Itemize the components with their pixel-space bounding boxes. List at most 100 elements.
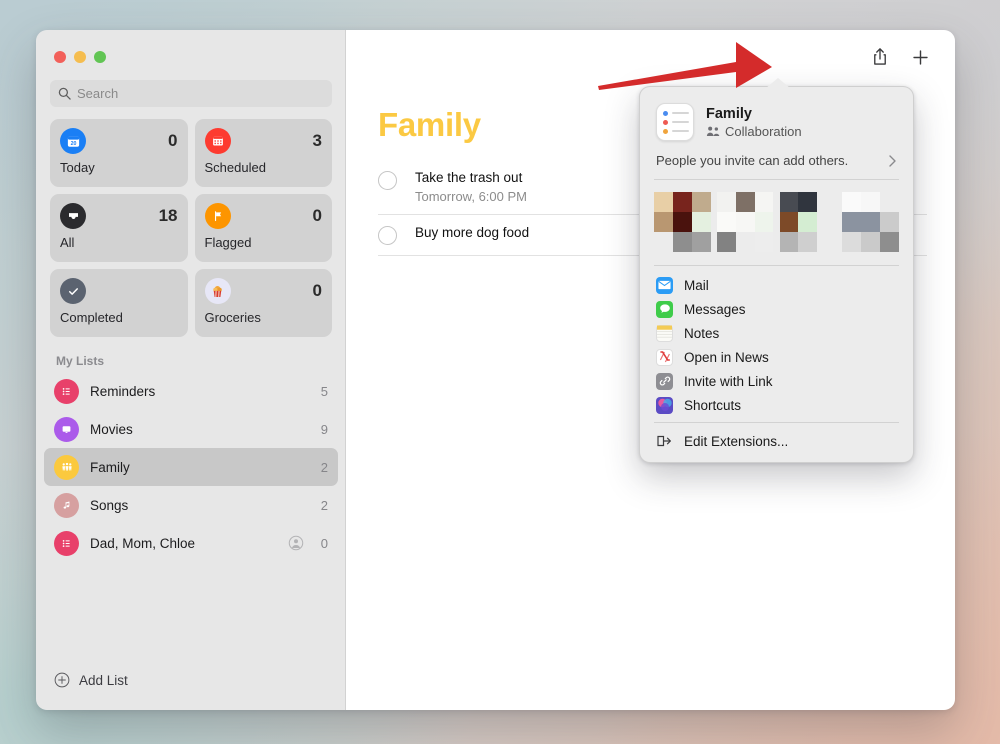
list-bullet-icon <box>54 378 79 404</box>
share-target-messages[interactable]: Messages <box>640 297 913 321</box>
share-target-label: Messages <box>684 301 746 317</box>
sidebar-item-count: 5 <box>320 383 328 399</box>
share-target-mail[interactable]: Mail <box>640 273 913 297</box>
share-button[interactable] <box>867 44 893 70</box>
people-two-icon <box>706 126 720 136</box>
add-list-label: Add List <box>79 672 128 688</box>
minimize-button[interactable] <box>74 51 86 63</box>
share-target-label: Open in News <box>684 349 769 365</box>
mail-icon <box>656 276 673 294</box>
calendar-icon: 20 <box>60 128 86 154</box>
share-target-news[interactable]: Open in News <box>640 345 913 369</box>
svg-text:20: 20 <box>70 140 76 146</box>
reminder-title: Buy more dog food <box>415 225 530 241</box>
smart-list-flagged[interactable]: 0 Flagged <box>194 194 332 262</box>
extensions-menu: Edit Extensions... <box>640 423 913 462</box>
share-target-label: Mail <box>684 277 709 293</box>
flag-icon <box>204 203 231 229</box>
display-icon <box>54 416 79 442</box>
sidebar-item-label: Family <box>90 459 130 475</box>
contact-thumbnail-4[interactable] <box>842 192 899 252</box>
share-popover: Family Collaboration People you invite c… <box>639 78 914 463</box>
smart-list-count: 0 <box>312 206 322 225</box>
share-permission-label: People you invite can add others. <box>656 153 849 168</box>
link-icon <box>656 372 673 390</box>
my-lists-header: My Lists <box>56 354 105 368</box>
sidebar-item-songs[interactable]: Songs 2 <box>44 486 338 524</box>
sidebar-item-dad-mom-chloe[interactable]: Dad, Mom, Chloe 0 <box>44 524 338 562</box>
smart-list-completed[interactable]: Completed <box>50 269 188 337</box>
share-target-label: Notes <box>684 325 720 341</box>
share-target-label: Shortcuts <box>684 397 742 413</box>
share-target-shortcuts[interactable]: Shortcuts <box>640 393 913 417</box>
contact-thumbnail-3[interactable] <box>779 192 837 252</box>
reminder-checkbox[interactable] <box>378 171 397 190</box>
messages-icon <box>656 300 673 318</box>
smart-list-label: Groceries <box>204 310 261 325</box>
music-note-icon <box>54 492 79 518</box>
reminder-due-date: Tomorrow, 6:00 PM <box>415 189 527 205</box>
sidebar-item-count: 2 <box>320 497 328 513</box>
smart-list-count: 3 <box>312 131 322 150</box>
smart-list-label: Completed <box>60 310 123 325</box>
groceries-icon <box>204 278 231 304</box>
popover-subtitle: Collaboration <box>725 123 802 139</box>
checkmark-icon <box>60 278 86 304</box>
popover-list-name: Family <box>706 105 752 122</box>
shortcuts-icon <box>656 396 673 414</box>
smart-lists-grid: 20 0 Today 3 Scheduled 18 All 0 Flagged … <box>36 107 346 337</box>
reminder-title: Take the trash out <box>415 170 523 185</box>
smart-list-count: 18 <box>158 206 178 225</box>
shared-person-icon <box>288 535 304 551</box>
sidebar-item-label: Movies <box>90 421 133 437</box>
sidebar-item-reminders[interactable]: Reminders 5 <box>44 372 338 410</box>
notes-icon <box>656 324 673 342</box>
add-reminder-button[interactable] <box>907 44 933 70</box>
sidebar-item-count: 0 <box>320 535 328 551</box>
reminders-app-icon <box>656 103 694 141</box>
extensions-icon <box>656 433 673 450</box>
close-button[interactable] <box>54 51 66 63</box>
contact-thumbnail-1[interactable] <box>654 192 711 252</box>
reminder-checkbox[interactable] <box>378 226 397 246</box>
sidebar: Search 20 0 Today 3 Scheduled 18 All 0 F… <box>36 30 346 710</box>
sidebar-item-count: 2 <box>320 459 328 475</box>
red-arrow-annotation <box>598 42 772 90</box>
share-targets-menu: Mail Messages Notes Open in News Invite … <box>640 266 913 422</box>
search-container: Search <box>36 74 346 107</box>
smart-list-label: Today <box>60 160 95 175</box>
smart-list-count: 0 <box>312 281 322 300</box>
suggested-contacts <box>640 180 913 265</box>
sidebar-item-movies[interactable]: Movies 9 <box>44 410 338 448</box>
plus-icon <box>912 49 928 65</box>
popover-header: Family Collaboration <box>640 87 913 141</box>
sidebar-item-label: Reminders <box>90 383 156 399</box>
sidebar-item-label: Dad, Mom, Chloe <box>90 535 196 551</box>
add-list-button[interactable]: Add List <box>36 672 346 710</box>
sidebar-item-family[interactable]: Family 2 <box>44 448 338 486</box>
plus-circle-icon <box>54 672 70 688</box>
news-icon <box>656 348 673 366</box>
window-controls <box>36 30 346 74</box>
share-target-notes[interactable]: Notes <box>640 321 913 345</box>
people-icon <box>54 454 79 480</box>
sidebar-item-count: 9 <box>320 421 328 437</box>
search-input[interactable]: Search <box>50 80 332 107</box>
smart-list-label: All <box>60 235 75 250</box>
smart-list-today[interactable]: 20 0 Today <box>50 119 188 187</box>
share-target-label: Invite with Link <box>684 373 773 389</box>
search-placeholder: Search <box>77 86 119 101</box>
smart-list-all[interactable]: 18 All <box>50 194 188 262</box>
list-bullet-icon <box>54 530 79 556</box>
chevron-right-icon <box>889 154 896 167</box>
contact-thumbnail-2[interactable] <box>716 192 774 252</box>
edit-extensions-button[interactable]: Edit Extensions... <box>640 429 913 453</box>
smart-list-count: 0 <box>168 131 178 150</box>
calendar-days-icon <box>204 128 231 154</box>
share-permission-button[interactable]: People you invite can add others. <box>640 141 913 179</box>
share-target-invite-link[interactable]: Invite with Link <box>640 369 913 393</box>
sidebar-item-label: Songs <box>90 497 129 513</box>
smart-list-groceries[interactable]: 0 Groceries <box>194 269 332 337</box>
zoom-button[interactable] <box>94 51 106 63</box>
smart-list-scheduled[interactable]: 3 Scheduled <box>194 119 332 187</box>
